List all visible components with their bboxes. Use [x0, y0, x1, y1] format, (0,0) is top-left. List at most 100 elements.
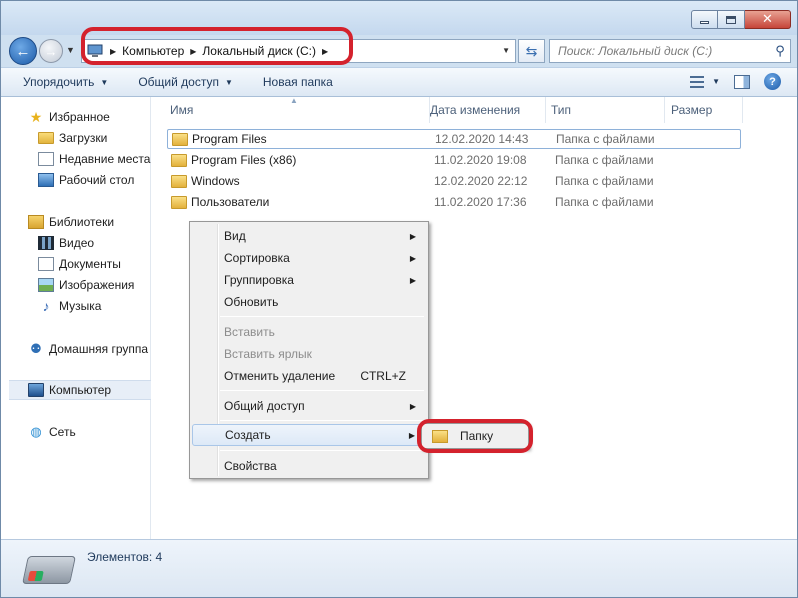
- folder-icon: [172, 132, 188, 146]
- submenu-item-folder[interactable]: Папку: [460, 429, 493, 443]
- organize-label: Упорядочить: [23, 75, 95, 89]
- search-box: ⚲: [549, 39, 791, 63]
- menu-item-view[interactable]: Вид ▶: [192, 225, 426, 247]
- column-header-size[interactable]: Размер: [665, 97, 743, 123]
- share-button[interactable]: Общий доступ ▼: [138, 75, 233, 89]
- folder-icon: [171, 195, 187, 209]
- desktop-icon: [38, 173, 54, 187]
- menu-item-sort[interactable]: Сортировка ▶: [192, 247, 426, 269]
- sidebar-item-desktop[interactable]: Рабочий стол: [1, 170, 151, 190]
- menu-separator: [220, 316, 424, 317]
- sidebar-item-label: Сеть: [49, 425, 76, 439]
- sidebar-item-recent-places[interactable]: Недавние места: [1, 149, 151, 169]
- chevron-down-icon: ▼: [224, 77, 233, 87]
- navigation-bar: ← → ▼ ▶ Компьютер ▶ Локальный диск (C:) …: [1, 35, 797, 65]
- forward-button[interactable]: →: [39, 39, 63, 63]
- breadcrumb-arrow-icon[interactable]: ▶: [190, 47, 196, 56]
- maximize-button[interactable]: [718, 10, 745, 29]
- back-button[interactable]: ←: [9, 37, 37, 65]
- window-controls: ✕: [691, 10, 791, 29]
- column-header-name[interactable]: Имя: [164, 97, 430, 123]
- file-name: Program Files (x86): [191, 153, 297, 167]
- file-date: 11.02.2020 19:08: [434, 153, 527, 167]
- menu-item-label: Обновить: [224, 295, 279, 309]
- libraries-icon: [28, 215, 44, 229]
- submenu-arrow-icon: ▶: [409, 401, 416, 411]
- sidebar-item-downloads[interactable]: Загрузки: [1, 128, 151, 148]
- sidebar-item-label: Недавние места: [59, 152, 151, 166]
- explorer-window: ✕ ← → ▼ ▶ Компьютер ▶ Локальный диск (C:…: [0, 0, 798, 598]
- file-date: 11.02.2020 17:36: [434, 195, 527, 209]
- address-bar[interactable]: ▶ Компьютер ▶ Локальный диск (C:) ▶ ▼: [81, 39, 516, 63]
- menu-item-properties[interactable]: Свойства: [192, 455, 426, 477]
- menu-separator: [220, 390, 424, 391]
- back-arrow-icon: ←: [15, 42, 31, 60]
- video-library-icon: [38, 236, 54, 250]
- file-type: Папка с файлами: [555, 195, 654, 209]
- organize-button[interactable]: Упорядочить ▼: [23, 75, 108, 89]
- column-header-date[interactable]: Дата изменения: [424, 97, 546, 123]
- sidebar-item-label: Изображения: [59, 278, 135, 292]
- documents-library-icon: [38, 257, 54, 271]
- search-icon[interactable]: ⚲: [770, 43, 790, 59]
- pictures-library-icon: [38, 278, 54, 292]
- column-header-type[interactable]: Тип: [545, 97, 665, 123]
- folder-icon: [432, 429, 448, 443]
- close-icon: ✕: [762, 12, 773, 27]
- file-row[interactable]: Пользователи 11.02.2020 17:36 Папка с фа…: [167, 192, 741, 212]
- recent-pages-dropdown[interactable]: ▼: [66, 45, 75, 55]
- details-pane: Элементов: 4: [1, 539, 797, 597]
- file-type: Папка с файлами: [555, 174, 654, 188]
- sidebar-item-music[interactable]: ♪ Музыка: [1, 296, 151, 316]
- sidebar-item-label: Видео: [59, 236, 95, 250]
- minimize-button[interactable]: [691, 10, 718, 29]
- preview-pane-icon[interactable]: [734, 74, 750, 89]
- navigation-pane: ★ Избранное Загрузки Недавние места Рабо…: [1, 97, 151, 539]
- file-type: Папка с файлами: [556, 132, 655, 146]
- folder-icon: [171, 174, 187, 188]
- sidebar-item-libraries[interactable]: Библиотеки: [1, 212, 151, 232]
- file-row[interactable]: Program Files (x86) 11.02.2020 19:08 Пап…: [167, 150, 741, 170]
- sidebar-item-label: Музыка: [59, 299, 102, 313]
- breadcrumb-local-disk[interactable]: Локальный диск (C:): [202, 44, 316, 58]
- view-options-dropdown[interactable]: ▼: [712, 77, 720, 86]
- sidebar-item-documents[interactable]: Документы: [1, 254, 151, 274]
- sidebar-item-label: Рабочий стол: [59, 173, 135, 187]
- sidebar-item-pictures[interactable]: Изображения: [1, 275, 151, 295]
- breadcrumb-arrow-icon[interactable]: ▶: [110, 47, 116, 56]
- sidebar-item-label: Домашняя группа: [49, 342, 149, 356]
- sidebar-item-computer[interactable]: Компьютер: [9, 380, 151, 400]
- downloads-folder-icon: [38, 132, 54, 144]
- file-row[interactable]: Program Files 12.02.2020 14:43 Папка с ф…: [167, 129, 741, 149]
- sidebar-item-network[interactable]: ◍ Сеть: [1, 422, 151, 442]
- menu-item-group[interactable]: Группировка ▶: [192, 269, 426, 291]
- menu-item-refresh[interactable]: Обновить: [192, 291, 426, 313]
- breadcrumb-arrow-icon[interactable]: ▶: [322, 47, 328, 56]
- homegroup-icon: ⚉: [30, 341, 42, 356]
- sidebar-item-videos[interactable]: Видео: [1, 233, 151, 253]
- music-note-icon: ♪: [42, 298, 50, 314]
- help-icon[interactable]: ?: [764, 73, 781, 90]
- sidebar-item-label: Избранное: [49, 110, 110, 124]
- submenu-arrow-icon: ▶: [409, 231, 416, 241]
- breadcrumb-computer[interactable]: Компьютер: [122, 44, 184, 58]
- file-row[interactable]: Windows 12.02.2020 22:12 Папка с файлами: [167, 171, 741, 191]
- sidebar-item-favorites[interactable]: ★ Избранное: [1, 107, 151, 127]
- close-button[interactable]: ✕: [745, 10, 791, 29]
- menu-item-create[interactable]: Создать ▶: [192, 424, 426, 446]
- change-view-icon[interactable]: [690, 75, 705, 88]
- menu-item-label: Отменить удаление: [224, 369, 336, 383]
- new-folder-button[interactable]: Новая папка: [263, 75, 333, 89]
- sidebar-item-homegroup[interactable]: ⚉ Домашняя группа: [1, 339, 151, 359]
- menu-item-share[interactable]: Общий доступ ▶: [192, 395, 426, 417]
- menu-item-undo-delete[interactable]: Отменить удаление CTRL+Z: [192, 365, 426, 387]
- network-globe-icon: ◍: [30, 424, 42, 439]
- context-menu: Вид ▶ Сортировка ▶ Группировка ▶ Обновить В…: [189, 221, 429, 479]
- command-bar: Упорядочить ▼ Общий доступ ▼ Новая папка ▼…: [1, 67, 797, 97]
- search-input[interactable]: [558, 44, 770, 58]
- address-history-dropdown[interactable]: ▼: [502, 46, 510, 55]
- refresh-button[interactable]: ⇆: [518, 39, 545, 63]
- file-date: 12.02.2020 22:12: [434, 174, 528, 188]
- items-count: Элементов: 4: [87, 550, 163, 564]
- sidebar-item-label: Компьютер: [49, 383, 112, 397]
